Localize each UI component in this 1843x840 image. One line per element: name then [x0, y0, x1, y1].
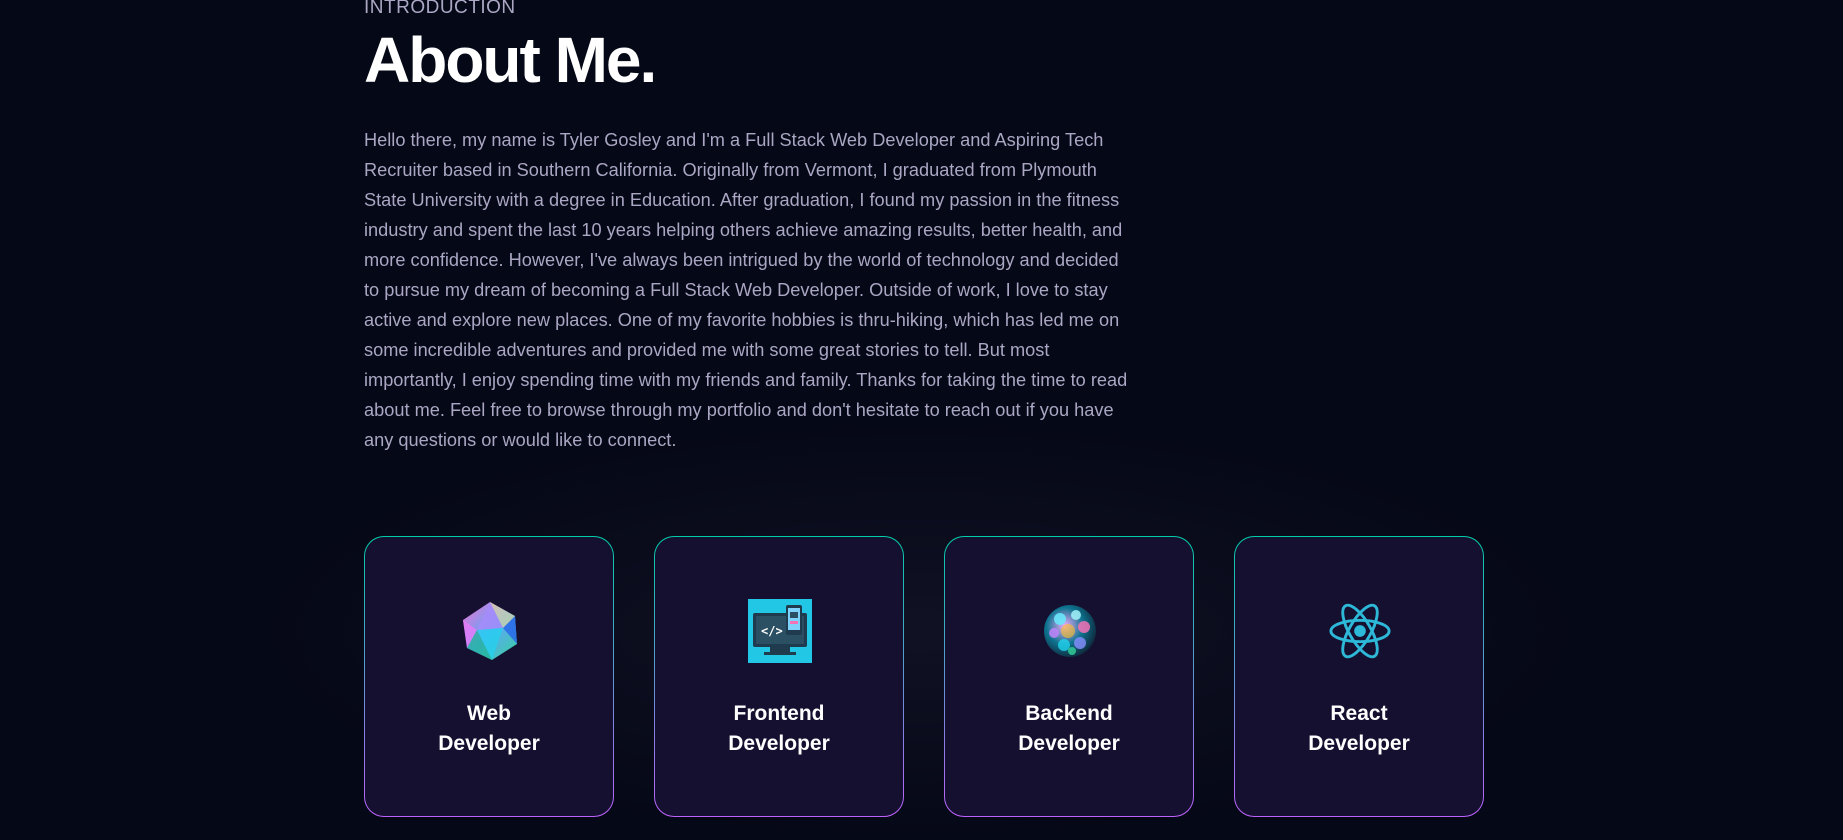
card-title-line1: React: [1330, 702, 1388, 725]
card-title-line2: Developer: [1308, 732, 1410, 755]
svg-text:</>: </>: [761, 624, 783, 638]
card-title-line1: Backend: [1025, 702, 1113, 725]
card-body: Backend Developer: [945, 537, 1193, 816]
service-card-web[interactable]: Web Developer: [364, 536, 614, 817]
page-title: About Me.: [364, 24, 657, 96]
service-cards: Web Developer </> Frontend Developer Bac…: [364, 536, 1484, 817]
card-title: Frontend Developer: [655, 699, 903, 759]
card-title: Backend Developer: [945, 699, 1193, 759]
card-title: Web Developer: [365, 699, 613, 759]
bio-paragraph: Hello there, my name is Tyler Gosley and…: [364, 130, 1128, 450]
card-body: </> Frontend Developer: [655, 537, 903, 816]
react-atom-icon: [1328, 599, 1392, 663]
sphere-cluster-icon: [1038, 599, 1102, 663]
card-title-line1: Web: [467, 702, 511, 725]
card-body: Web Developer: [365, 537, 613, 816]
service-card-react[interactable]: React Developer: [1234, 536, 1484, 817]
card-title-line1: Frontend: [733, 702, 825, 725]
card-body: React Developer: [1235, 537, 1483, 816]
crystal-gem-icon: [458, 599, 522, 663]
card-title: React Developer: [1235, 699, 1483, 759]
service-card-frontend[interactable]: </> Frontend Developer: [654, 536, 904, 817]
card-title-line2: Developer: [438, 732, 540, 755]
code-monitor-icon: </>: [748, 599, 812, 663]
section-overline: Introduction: [364, 0, 516, 18]
card-title-line2: Developer: [1018, 732, 1120, 755]
service-card-backend[interactable]: Backend Developer: [944, 536, 1194, 817]
card-title-line2: Developer: [728, 732, 830, 755]
